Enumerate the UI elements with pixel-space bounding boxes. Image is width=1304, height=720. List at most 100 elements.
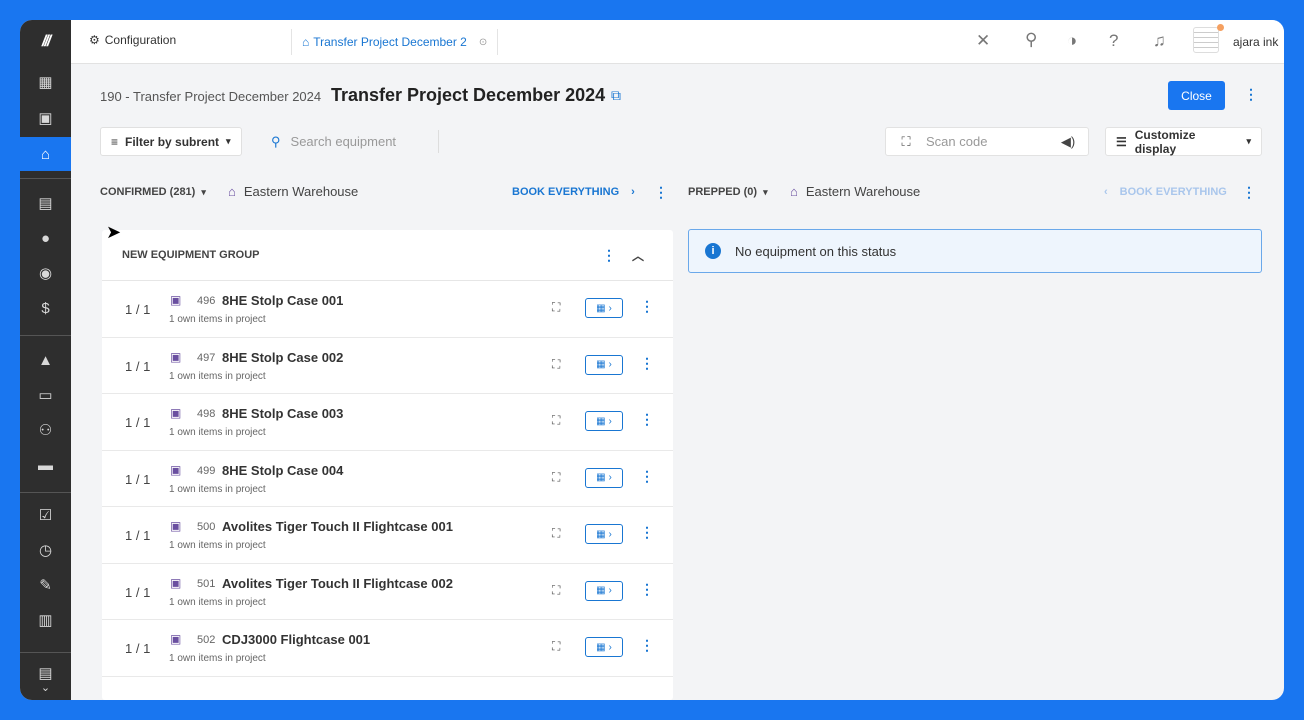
speaker-icon[interactable]: ◀)	[1048, 134, 1088, 150]
more-options-icon[interactable]: ⋮	[1244, 86, 1258, 103]
qr-scan-button[interactable]: ▦ ›	[585, 467, 623, 488]
qr-scan-button[interactable]: ▦ ›	[585, 354, 623, 375]
qr-scan-button[interactable]: ▦ ›	[585, 580, 623, 601]
filter-label: Filter by subrent	[125, 134, 220, 149]
confirmed-status-dropdown[interactable]: CONFIRMED (281) ▾	[100, 186, 206, 198]
row-options-icon[interactable]: ⋮	[640, 411, 654, 428]
item-subtitle: 1 own items in project	[169, 540, 266, 551]
item-name[interactable]: 8HE Stolp Case 003	[222, 406, 343, 421]
report-icon[interactable]: ▥	[20, 603, 71, 637]
row-options-icon[interactable]: ⋮	[640, 581, 654, 598]
row-options-icon[interactable]: ⋮	[640, 524, 654, 541]
list-item[interactable]: 1 / 1 ▣ 497 8HE Stolp Case 002 1 own items i…	[102, 338, 673, 394]
expand-icon[interactable]: ⛶	[552, 639, 560, 654]
user-name[interactable]: ajara ink	[1233, 35, 1278, 49]
chevron-right-icon: ›	[608, 585, 612, 596]
dollar-icon[interactable]: $	[20, 291, 71, 325]
warehouse-icon: ⌂	[228, 184, 236, 199]
search-input[interactable]: ⚲ Search equipment	[261, 127, 438, 156]
column-options-icon[interactable]: ⋮	[1242, 184, 1256, 201]
clock-icon[interactable]: ◷	[20, 533, 71, 567]
list-item[interactable]: 1 / 1 ▣ 501 Avolites Tiger Touch II Flightc…	[102, 564, 673, 620]
item-name[interactable]: CDJ3000 Flightcase 001	[222, 632, 370, 647]
column-options-icon[interactable]: ⋮	[654, 184, 668, 201]
close-button[interactable]: Close	[1168, 81, 1225, 110]
expand-icon[interactable]: ⛶	[552, 583, 560, 598]
row-options-icon[interactable]: ⋮	[640, 637, 654, 654]
item-name[interactable]: 8HE Stolp Case 004	[222, 463, 343, 478]
item-name[interactable]: Avolites Tiger Touch II Flightcase 001	[222, 519, 453, 534]
qr-scan-button[interactable]: ▦ ›	[585, 524, 623, 544]
search-icon[interactable]: ⚲	[1025, 30, 1037, 50]
group-options-icon[interactable]: ⋮	[602, 247, 616, 264]
checklist-icon[interactable]: ☑	[20, 498, 71, 532]
book-everything-button[interactable]: ‹ BOOK EVERYTHING	[1104, 186, 1227, 198]
truck-icon[interactable]: ▬	[20, 448, 71, 482]
warehouse-selector[interactable]: ⌂ Eastern Warehouse	[228, 184, 358, 199]
quantity: 1 / 1	[125, 584, 151, 600]
tab-project[interactable]: ⌂ Transfer Project December 2 ⊙	[291, 29, 499, 55]
customize-display-button[interactable]: ☰ Customize display ▾	[1105, 127, 1262, 156]
item-name[interactable]: 8HE Stolp Case 001	[222, 293, 343, 308]
table-icon[interactable]: ▤	[20, 186, 71, 220]
expand-icon[interactable]: ⛶	[552, 526, 560, 541]
chevron-right-icon: ›	[608, 415, 612, 427]
bell-icon[interactable]: ♫	[1153, 31, 1166, 51]
external-link-icon[interactable]: ⧉	[611, 87, 621, 104]
warehouse-icon[interactable]: ⌂	[20, 137, 71, 171]
sync-icon[interactable]: ◉	[20, 256, 71, 290]
sidebar-divider	[20, 492, 71, 493]
qr-scan-button[interactable]: ▦ ›	[585, 411, 623, 431]
row-options-icon[interactable]: ⋮	[640, 298, 654, 315]
app-logo[interactable]: ///	[20, 20, 71, 64]
caret-down-icon: ▾	[226, 136, 231, 146]
item-subtitle: 1 own items in project	[169, 653, 266, 664]
scan-code-input[interactable]: ⛶ Scan code ◀)	[885, 127, 1089, 156]
dashboard-icon[interactable]: ▦	[20, 65, 71, 99]
avatar[interactable]	[1193, 27, 1219, 53]
shapes-icon[interactable]: ▲	[20, 343, 71, 377]
warehouse-label: Eastern Warehouse	[243, 184, 359, 199]
breadcrumb[interactable]: 190 - Transfer Project December 2024	[100, 89, 321, 104]
calendar-icon[interactable]: ▣	[20, 101, 71, 135]
expand-icon[interactable]: ⛶	[552, 300, 560, 315]
qr-scan-button[interactable]: ▦ ›	[585, 298, 623, 318]
list-item[interactable]: 1 / 1 ▣ 502 CDJ3000 Flightcase 001 1 own ite…	[102, 620, 673, 677]
item-number: 501	[197, 577, 216, 590]
list-item[interactable]: 1 / 1 ▣ 496 8HE Stolp Case 001 1 own items i…	[102, 281, 673, 338]
expand-icon[interactable]: ⛶	[552, 413, 560, 428]
wrench-icon[interactable]: ✎	[20, 568, 71, 602]
list-item[interactable]: 1 / 1 ▣ 499 8HE Stolp Case 004 1 own items i…	[102, 451, 673, 507]
help-icon[interactable]: ?	[1109, 31, 1118, 51]
case-icon: ▣	[170, 519, 182, 533]
expand-icon[interactable]: ⛶	[552, 470, 560, 485]
theme-icon[interactable]: ◑	[1067, 31, 1077, 51]
prepped-status-dropdown[interactable]: PREPPED (0) ▾	[688, 186, 768, 198]
qr-icon: ▦	[596, 415, 606, 427]
qr-icon: ▦	[596, 528, 606, 540]
list-item[interactable]: 1 / 1 ▣ 498 8HE Stolp Case 003 1 own items i…	[102, 394, 673, 451]
book-everything-button[interactable]: BOOK EVERYTHING ›	[512, 186, 635, 198]
tab-close-icon[interactable]: ⊙	[479, 37, 487, 48]
row-options-icon[interactable]: ⋮	[640, 468, 654, 485]
warehouse-selector[interactable]: ⌂ Eastern Warehouse	[790, 184, 920, 199]
case-icon: ▣	[170, 349, 182, 364]
chevron-up-icon[interactable]: ︿	[632, 247, 644, 264]
warehouse-icon: ⌂	[790, 184, 798, 199]
item-name[interactable]: Avolites Tiger Touch II Flightcase 002	[222, 576, 453, 591]
warehouse-icon: ⌂	[302, 35, 310, 49]
empty-message: No equipment on this status	[735, 243, 897, 259]
expand-icon[interactable]: ⛶	[552, 357, 560, 372]
list-item[interactable]: 1 / 1 ▣ 500 Avolites Tiger Touch II Flightc…	[102, 507, 673, 564]
row-options-icon[interactable]: ⋮	[640, 355, 654, 372]
tab-configuration[interactable]: ⚙ Configuration	[89, 33, 176, 47]
people-icon[interactable]: ⚇	[20, 413, 71, 447]
qr-scan-button[interactable]: ▦ ›	[585, 637, 623, 657]
chevron-down-icon[interactable]: ⌄	[20, 676, 71, 698]
contact-icon[interactable]: ●	[20, 221, 71, 255]
id-card-icon[interactable]: ▭	[20, 378, 71, 412]
item-number: 497	[197, 351, 216, 364]
item-name[interactable]: 8HE Stolp Case 002	[222, 350, 343, 365]
filter-button[interactable]: ≡ Filter by subrent ▾	[100, 127, 242, 156]
close-icon[interactable]: ✕	[976, 31, 990, 51]
